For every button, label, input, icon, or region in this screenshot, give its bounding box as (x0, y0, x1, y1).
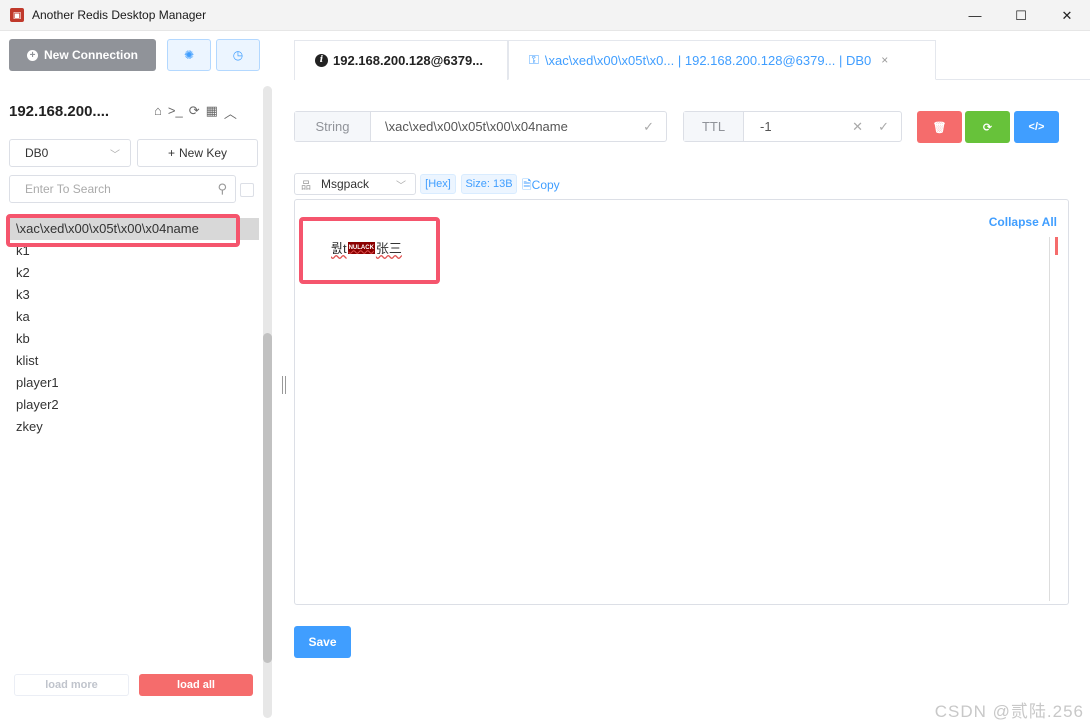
window-title: Another Redis Desktop Manager (32, 8, 207, 22)
connection-name[interactable]: 192.168.200.... (9, 103, 109, 120)
ttl-field[interactable]: -1 ✕ ✓ (744, 112, 901, 141)
chevron-down-icon: ﹀ (110, 150, 120, 161)
refresh-icon[interactable]: ⟳ (189, 103, 200, 122)
list-item[interactable]: k3 (9, 284, 259, 306)
annotation-highlight (299, 217, 440, 284)
sidebar: + New Connection ✺ ◷ 192.168.200.... ⌂ >… (0, 31, 273, 726)
document-icon: 🗎 (522, 178, 532, 192)
tab-label: \xac\xed\x00\x05t\x0... | 192.168.200.12… (544, 52, 872, 68)
format-value: Msgpack (321, 177, 370, 191)
hex-tag[interactable]: [Hex] (420, 174, 456, 194)
new-connection-button[interactable]: + New Connection (9, 39, 156, 71)
editor-scroll-track[interactable] (1049, 237, 1050, 601)
key-icon: ⚿ (529, 52, 539, 67)
load-more-button[interactable]: load more (14, 674, 129, 696)
tab-key-detail[interactable]: ⚿ \xac\xed\x00\x05t\x0... | 192.168.200.… (508, 40, 936, 80)
key-name-value: \xac\xed\x00\x05t\x00\x04name (385, 119, 568, 134)
clock-icon: ◷ (232, 48, 244, 62)
sidebar-scrollbar[interactable] (263, 333, 272, 663)
home-icon[interactable]: ⌂ (154, 103, 162, 122)
tab-connection-info[interactable]: i 192.168.200.128@6379... (294, 40, 508, 80)
minimize-button[interactable]: — (952, 0, 998, 31)
editor-scroll-marker (1055, 237, 1058, 255)
clear-icon[interactable]: ✕ (852, 119, 863, 135)
code-icon: </> (1028, 121, 1045, 133)
list-item[interactable]: player1 (9, 372, 259, 394)
history-button[interactable]: ◷ (216, 39, 260, 71)
ttl-input: TTL -1 ✕ ✓ (683, 111, 902, 142)
ttl-value: -1 (760, 119, 772, 134)
key-name-input: String \xac\xed\x00\x05t\x00\x04name ✓ (294, 111, 667, 142)
pane-splitter[interactable] (282, 376, 286, 394)
size-tag: Size: 13B (461, 174, 517, 194)
check-icon[interactable]: ✓ (878, 119, 889, 135)
window-controls: — ☐ ✕ (952, 0, 1090, 31)
connection-toolbar: ⌂ >_ ⟳ ▦ ︿ (154, 103, 237, 122)
app-logo-icon: ▣ (10, 8, 24, 22)
db-select[interactable]: DB0 ﹀ (9, 139, 131, 167)
list-item[interactable]: klist (9, 350, 259, 372)
plus-circle-icon: + (26, 49, 38, 61)
save-button[interactable]: Save (294, 626, 351, 658)
refresh-key-button[interactable]: ⟳ (965, 111, 1010, 143)
list-item[interactable]: zkey (9, 416, 259, 438)
ttl-label: TTL (684, 112, 744, 141)
key-list: \xac\xed\x00\x05t\x00\x04name k1 k2 k3 k… (9, 218, 259, 438)
db-select-value: DB0 (25, 146, 49, 160)
list-item[interactable]: kb (9, 328, 259, 350)
plus-icon: + (167, 146, 175, 160)
info-icon: i (315, 54, 328, 67)
type-label: String (295, 112, 371, 141)
tab-label: 192.168.200.128@6379... (333, 53, 484, 68)
new-key-label: New Key (178, 146, 228, 160)
trash-icon: 🗑 (932, 121, 947, 134)
load-all-button[interactable]: load all (139, 674, 253, 696)
watermark: CSDN @贰陆.256 (934, 702, 1084, 721)
close-button[interactable]: ✕ (1044, 0, 1090, 31)
gear-icon: ✺ (183, 48, 195, 62)
copy-label: Copy (531, 178, 560, 192)
copy-link[interactable]: 🗎Copy (522, 176, 560, 197)
key-name-field[interactable]: \xac\xed\x00\x05t\x00\x04name ✓ (371, 112, 666, 141)
check-icon[interactable]: ✓ (643, 119, 654, 135)
title-bar: ▣ Another Redis Desktop Manager — ☐ ✕ (0, 0, 1090, 31)
format-select[interactable]: 品 Msgpack ﹀ (294, 173, 416, 195)
refresh-icon: ⟳ (982, 121, 993, 134)
new-key-button[interactable]: + New Key (137, 139, 258, 167)
terminal-icon[interactable]: >_ (168, 103, 183, 122)
list-item[interactable]: ka (9, 306, 259, 328)
chevron-down-icon: ﹀ (396, 180, 406, 192)
new-connection-label: New Connection (43, 48, 138, 62)
search-icon: ⚲ (217, 181, 227, 196)
exact-search-checkbox[interactable] (240, 183, 254, 197)
list-item[interactable]: k2 (9, 262, 259, 284)
delete-key-button[interactable]: 🗑 (917, 111, 962, 143)
dump-command-button[interactable]: </> (1014, 111, 1059, 143)
tree-icon: 品 (301, 180, 311, 192)
grid-icon[interactable]: ▦ (206, 103, 218, 122)
tab-close-icon[interactable]: × (881, 53, 888, 67)
chevron-up-icon[interactable]: ︿ (224, 103, 237, 122)
tab-bar: i 192.168.200.128@6379... ⚿ \xac\xed\x00… (294, 40, 1090, 80)
collapse-all-button[interactable]: Collapse All (989, 215, 1057, 229)
maximize-button[interactable]: ☐ (998, 0, 1044, 31)
list-item[interactable]: player2 (9, 394, 259, 416)
search-placeholder: Enter To Search (25, 182, 111, 196)
settings-button[interactable]: ✺ (167, 39, 211, 71)
search-input[interactable]: Enter To Search ⚲ (9, 175, 236, 203)
annotation-highlight (6, 214, 240, 247)
